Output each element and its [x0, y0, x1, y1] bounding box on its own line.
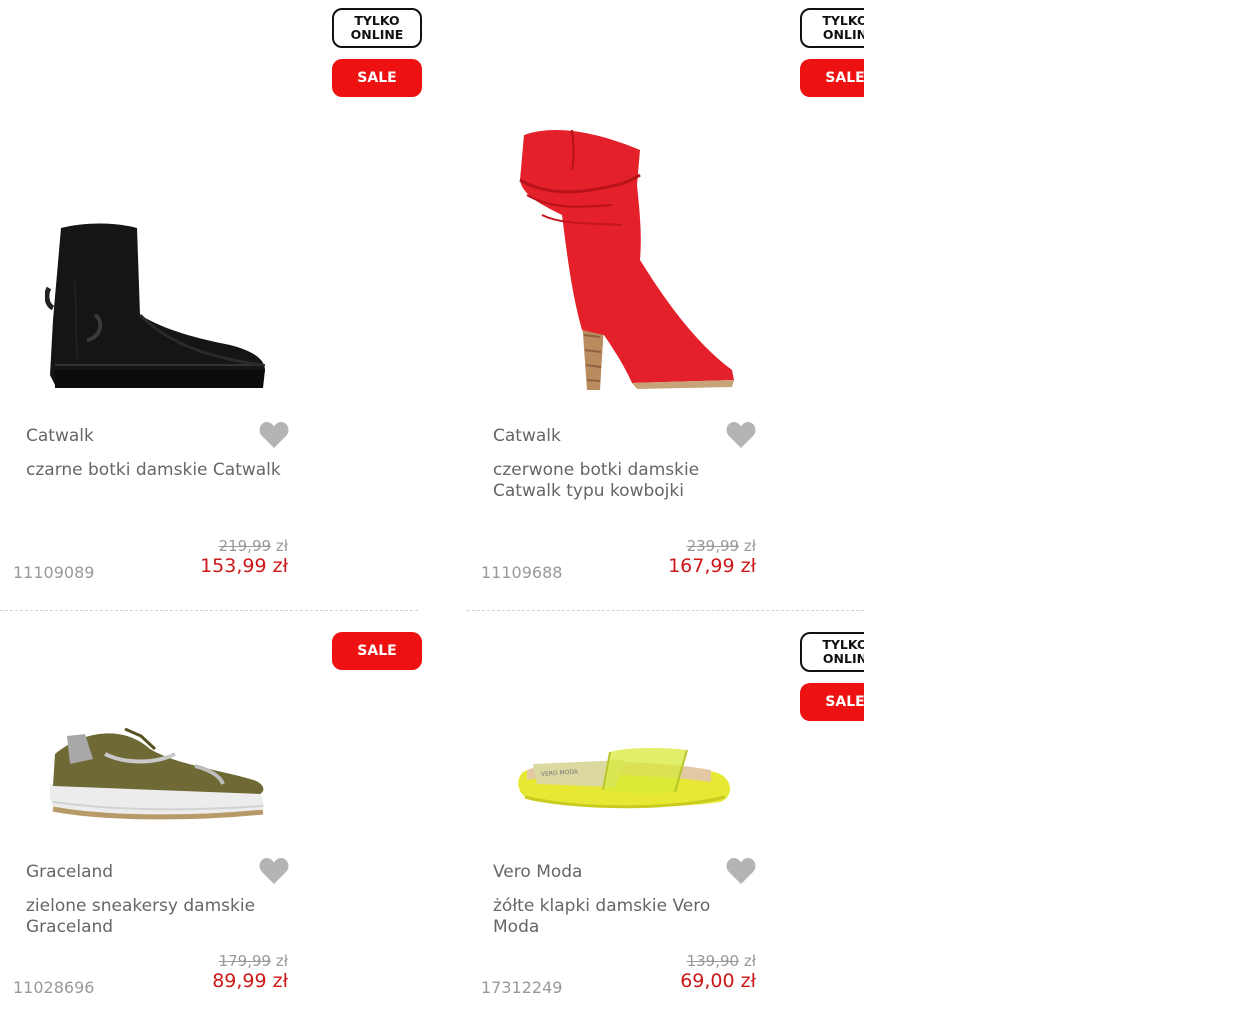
old-price: 139,90 zł — [636, 952, 756, 970]
product-sku: 17312249 — [481, 978, 563, 997]
product-card[interactable]: TYLKO ONLIN SALE VERO MODA Vero Moda żół… — [467, 612, 864, 1014]
product-sku: 11028696 — [13, 978, 95, 997]
product-card[interactable]: TYLKO ONLIN SALE Catwalk czerwone botki … — [467, 0, 864, 610]
sale-price: 69,00 zł — [680, 970, 756, 992]
old-price-currency: zł — [275, 537, 288, 555]
sale-badge: SALE — [800, 683, 864, 721]
divider — [0, 610, 418, 611]
sale-price: 167,99 zł — [668, 555, 756, 577]
sale-badge: SALE — [332, 59, 422, 97]
sale-badge: SALE — [800, 59, 864, 97]
heart-icon[interactable] — [259, 421, 289, 449]
product-sku: 11109688 — [481, 563, 563, 582]
divider — [467, 610, 864, 611]
product-brand: Catwalk — [26, 426, 94, 446]
online-only-badge: TYLKO ONLIN — [800, 8, 864, 48]
old-price: 239,99 zł — [636, 537, 756, 555]
online-only-badge: TYLKO ONLIN — [800, 632, 864, 672]
sale-price: 153,99 zł — [200, 555, 288, 577]
heart-icon[interactable] — [259, 857, 289, 885]
old-price-currency: zł — [275, 952, 288, 970]
old-price-currency: zł — [743, 537, 756, 555]
product-brand: Catwalk — [493, 426, 561, 446]
product-sku: 11109089 — [13, 563, 95, 582]
product-name[interactable]: zielone sneakersy damskie Graceland — [26, 896, 286, 938]
old-price-value: 139,90 — [686, 952, 740, 970]
product-image[interactable] — [512, 125, 737, 395]
product-card[interactable]: SALE Graceland zielone sneakersy damskie… — [0, 612, 422, 1014]
heart-icon[interactable] — [726, 421, 756, 449]
product-name[interactable]: czerwone botki damskie Catwalk typu kowb… — [493, 460, 753, 502]
product-brand: Graceland — [26, 862, 114, 882]
product-brand: Vero Moda — [493, 862, 583, 882]
product-card[interactable]: TYLKO ONLINE SALE Catwalk czarne botki d… — [0, 0, 422, 610]
old-price-value: 239,99 — [686, 537, 740, 555]
product-name[interactable]: czarne botki damskie Catwalk — [26, 460, 286, 481]
old-price-currency: zł — [743, 952, 756, 970]
product-image[interactable] — [45, 220, 270, 395]
sale-badge: SALE — [332, 632, 422, 670]
product-name[interactable]: żółte klapki damskie Vero Moda — [493, 896, 753, 938]
online-only-badge: TYLKO ONLINE — [332, 8, 422, 48]
old-price: 219,99 zł — [168, 537, 288, 555]
product-image[interactable]: VERO MODA — [515, 742, 737, 832]
sale-price: 89,99 zł — [212, 970, 288, 992]
old-price-value: 219,99 — [218, 537, 272, 555]
old-price: 179,99 zł — [168, 952, 288, 970]
old-price-value: 179,99 — [218, 952, 272, 970]
heart-icon[interactable] — [726, 857, 756, 885]
product-image[interactable] — [45, 724, 270, 829]
